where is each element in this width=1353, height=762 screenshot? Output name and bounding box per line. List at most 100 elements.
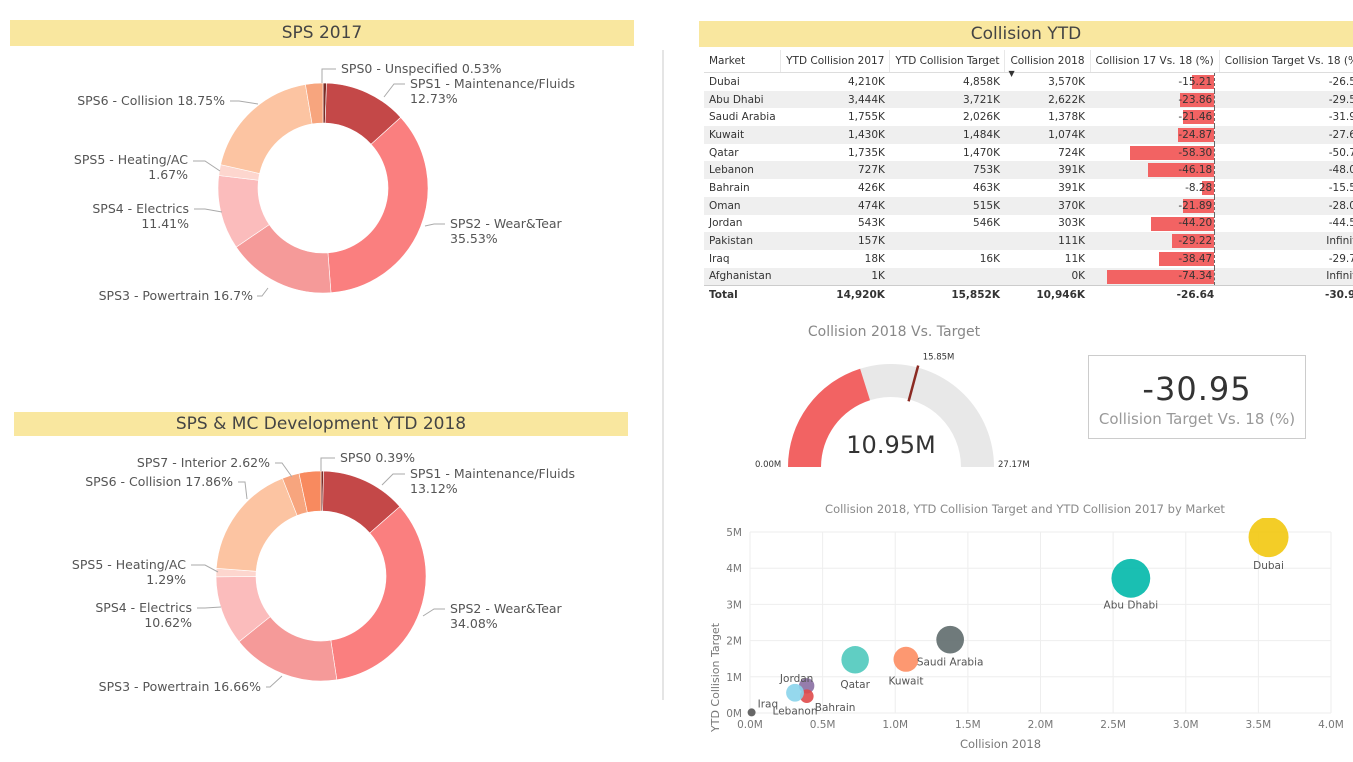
x-tick-label: 4.0M <box>1318 719 1344 731</box>
table-cell: -31.98 <box>1328 111 1353 124</box>
leader-line <box>275 462 293 478</box>
column-header-collision-17-vs-18[interactable]: Collision 17 Vs. 18 (%) <box>1090 50 1220 73</box>
y-tick-label: 5M <box>726 527 742 539</box>
scatter-point-label: Saudi Arabia <box>917 657 984 669</box>
total-cell: 14,920K <box>780 285 890 305</box>
scatter-point-lebanon <box>786 683 804 702</box>
leader-line <box>257 287 269 297</box>
table-cell: 391K <box>1004 161 1091 180</box>
column-header-ytd-collision-2017[interactable]: YTD Collision 2017 <box>780 50 891 73</box>
table-cell: 3,570K <box>1048 75 1086 88</box>
cell-value: -44.20 <box>1178 217 1213 230</box>
cell-collision-change-bar: -46.18 <box>1090 161 1220 180</box>
cell-value: -38.47 <box>1178 252 1213 265</box>
scatter-point-label: Kuwait <box>888 675 923 687</box>
total-cell: 10,946K <box>1004 285 1091 305</box>
x-tick-label: 3.0M <box>1173 719 1199 731</box>
kpi-value: -30.95 <box>1142 370 1252 408</box>
leader-line <box>422 608 445 617</box>
table-cell: 727K <box>780 161 890 180</box>
gauge-value-label: 10.95M <box>846 431 935 459</box>
cell-value: -15.21 <box>1178 75 1213 88</box>
kpi-label: Collision Target Vs. 18 (%) <box>1098 410 1296 428</box>
column-header-ytd-collision-target[interactable]: YTD Collision Target <box>889 50 1006 73</box>
table-cell: 4,858K <box>963 75 1000 88</box>
slice-label: SPS4 - Electrics <box>92 201 189 216</box>
cell-market: Afghanistan <box>704 267 781 286</box>
column-header-label: Collision Target Vs. 18 (%) <box>1224 55 1353 67</box>
x-tick-label: 0.0M <box>737 719 763 731</box>
table-row[interactable]: Jordan 543K 546K 303K -44.20 -44.54 <box>704 214 1353 233</box>
cell-collision-change-bar: -24.87 <box>1090 126 1220 144</box>
scatter-point-label: Abu Dhabi <box>1104 599 1159 611</box>
table-cell: 474K <box>780 196 890 215</box>
scatter-point-saudi-arabia <box>936 625 964 654</box>
gauge-target-label: 15.85M <box>923 353 955 363</box>
y-tick-label: 4M <box>726 563 742 575</box>
table-row[interactable]: Saudi Arabia 1,755K 2,026K 1,378K -21.46 -31.… <box>704 108 1353 127</box>
cell-collision-change-bar: -44.20 <box>1090 214 1219 233</box>
donut-slice-sps2-wear-tear <box>327 116 429 294</box>
scatter-point-kuwait <box>893 646 919 672</box>
table-row[interactable]: Qatar 1,735K 1,470K 724K -58.30 -50.77 <box>704 143 1353 162</box>
x-tick-label: 1.0M <box>882 719 908 731</box>
cell-market: Dubai <box>709 75 740 88</box>
table-cell: 724K <box>1058 146 1086 159</box>
panel-divider <box>662 50 664 700</box>
table-cell: 111K <box>1004 232 1091 250</box>
scatter-point-label: Iraq <box>758 698 779 710</box>
column-header-collision-target-vs-18[interactable]: Collision Target Vs. 18 (%) <box>1219 50 1353 73</box>
donut-chart-sps2017: SPS0 - Unspecified 0.53%SPS1 - Maintenan… <box>74 61 575 303</box>
slice-label: SPS6 - Collision 17.86% <box>85 474 233 489</box>
table-cell: 1,484K <box>889 126 1005 144</box>
x-tick-label: 1.5M <box>955 719 981 731</box>
collision-ytd-title: Collision YTD <box>699 21 1353 47</box>
table-cell: 543K <box>857 217 885 230</box>
slice-value-label: 35.53% <box>450 231 498 246</box>
kpi-card: -30.95 Collision Target Vs. 18 (%) <box>1088 355 1306 439</box>
y-tick-label: 0M <box>726 708 742 720</box>
table-row[interactable]: Abu Dhabi3,444K3,721K2,622K -23.86 -29.52 <box>704 90 1353 109</box>
y-axis-label: YTD Collision Target <box>709 622 722 733</box>
leader-line <box>238 481 248 500</box>
scatter-point-dubai <box>1248 518 1289 558</box>
table-cell: -44.54 <box>1328 217 1353 230</box>
table-cell: -27.64 <box>1219 126 1353 144</box>
table-row[interactable]: Bahrain 426K 463K 391K -8.28 -15.59 <box>704 179 1353 197</box>
table-row[interactable]: Oman474K515K370K -21.89 -28.05 <box>704 196 1353 215</box>
slice-label: SPS3 - Powertrain 16.7% <box>99 288 254 303</box>
table-cell: -29.70 <box>1328 252 1353 265</box>
table-cell: -26.52 <box>1328 75 1353 88</box>
slice-label: SPS3 - Powertrain 16.66% <box>99 679 261 694</box>
cell-value: -21.89 <box>1178 199 1213 212</box>
table-cell: 1,735K <box>847 146 885 159</box>
cell-collision-change-bar: -15.21 <box>1090 73 1219 91</box>
table-row[interactable]: Pakistan157K 111K -29.22 Infinity <box>704 232 1353 250</box>
column-header-market[interactable]: Market <box>704 50 782 73</box>
gauge-chart: 10.95M 15.85M 0.00M 27.17M <box>755 353 1030 470</box>
cell-collision-change-bar: -21.89 <box>1090 196 1220 215</box>
column-header-collision-2018[interactable]: Collision 2018 ▼ <box>1004 50 1091 78</box>
leader-line <box>197 606 222 609</box>
table-row[interactable]: Dubai 4,210K 4,858K 3,570K -15.21 -26.52 <box>704 73 1353 91</box>
scatter-chart: 0.0M 0.5M 1.0M 1.5M 2.0M 2.5M 3.0M 3.5M 4.0M 0M 1M… <box>709 518 1344 751</box>
total-cell: Total <box>704 285 781 305</box>
table-row[interactable]: Afghanistan1K 0K -74.34 Infinity <box>704 267 1353 286</box>
table-row[interactable]: Kuwait1,430K1,484K1,074K -24.87 -27.64 <box>704 126 1353 144</box>
slice-label: SPS2 - Wear&Tear <box>450 601 563 616</box>
donut-chart-sps2018: SPS0 0.39%SPS1 - Maintenance/Fluids13.12… <box>72 450 575 694</box>
table-row[interactable]: Lebanon727K753K391K -46.18 -48.05 <box>704 161 1353 180</box>
leader-line <box>383 83 405 98</box>
leader-line <box>381 473 405 486</box>
cell-market: Qatar <box>709 146 739 159</box>
leader-line <box>266 675 283 688</box>
cell-value: -24.87 <box>1178 128 1213 141</box>
total-cell: 15,852K <box>889 285 1005 305</box>
table-cell: 3,444K <box>780 90 890 109</box>
table-total-row: Total14,920K15,852K10,946K-26.64-30.95 <box>704 285 1353 305</box>
cell-collision-change-bar: -21.46 <box>1090 108 1219 127</box>
table-row[interactable]: Iraq 18K 16K 11K -38.47 -29.70 <box>704 249 1353 268</box>
sps2018-title: SPS & MC Development YTD 2018 <box>14 412 628 436</box>
slice-label: SPS1 - Maintenance/Fluids <box>410 76 575 91</box>
total-cell: -30.95 <box>1219 285 1353 305</box>
